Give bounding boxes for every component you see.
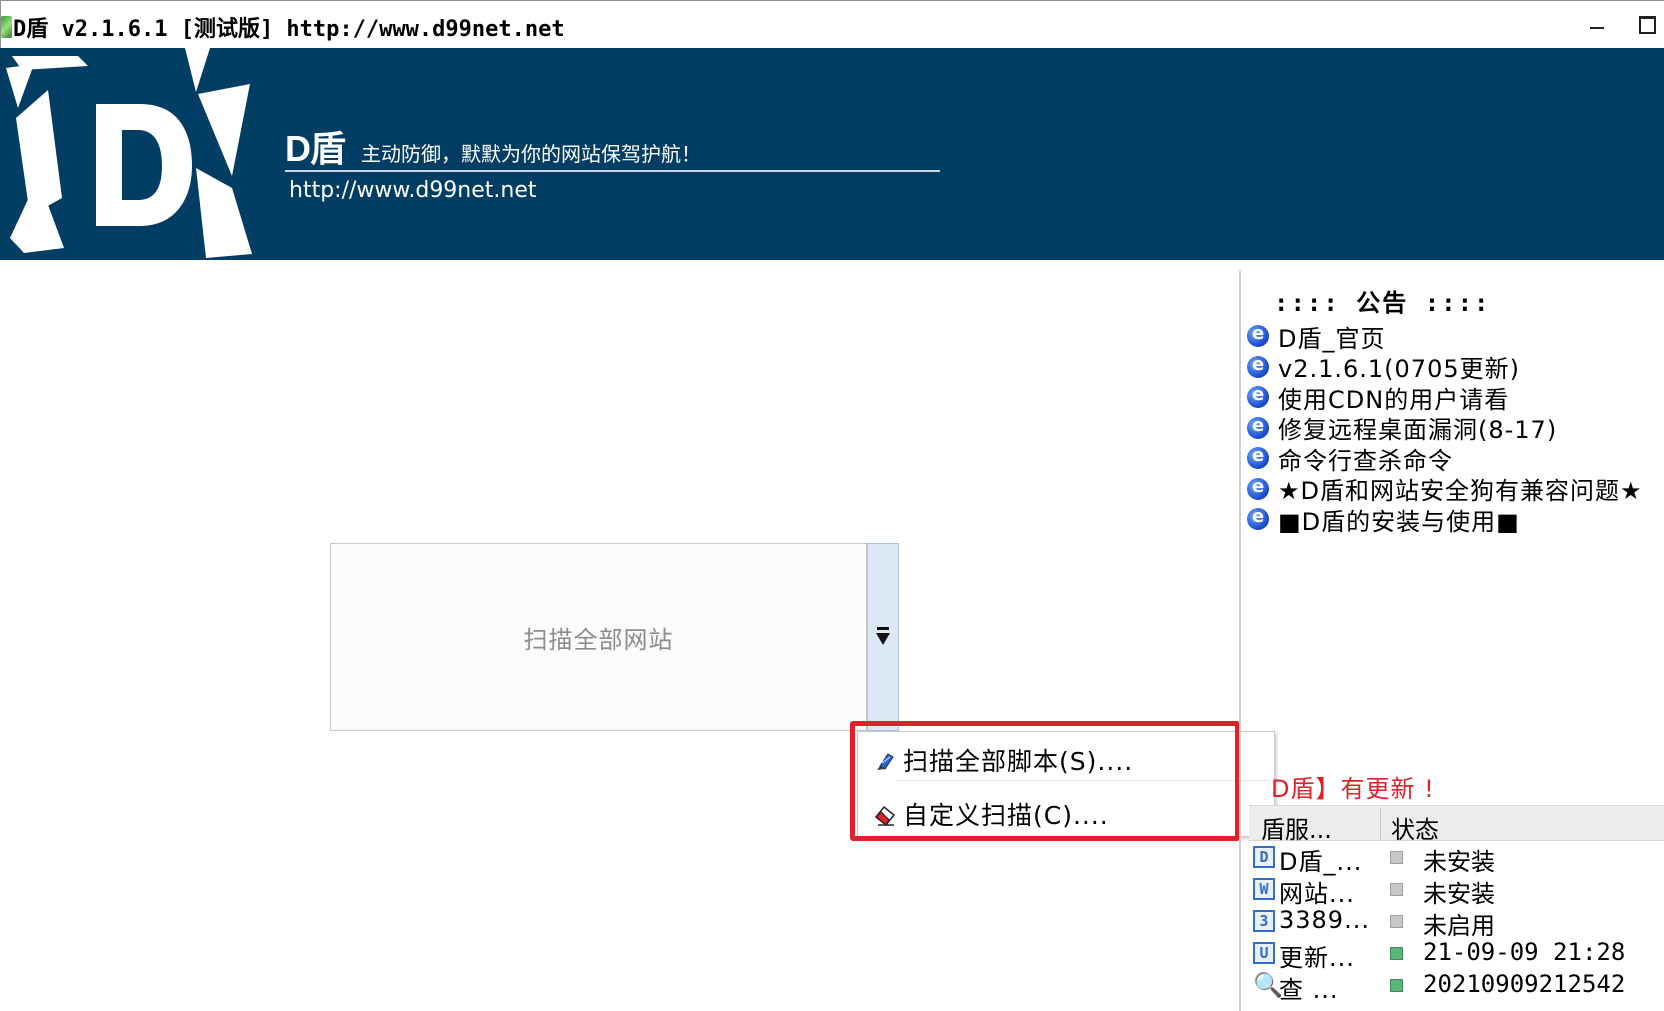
header-banner: D盾 主动防御，默默为你的网站保驾护航！ http://www.d99net.n… [0,48,1664,260]
notice-link[interactable]: ★D盾和网站安全狗有兼容问题★ [1247,474,1643,505]
status-indicator [1390,979,1403,992]
notice-link[interactable]: ■D盾的安装与使用■ [1247,504,1643,536]
d-shield-logo-icon [6,48,252,258]
scan-split-button: 扫描全部网站 [330,543,899,731]
ie-link-icon [1247,323,1269,348]
status-indicator [1390,883,1403,896]
row-status: 未安装 [1423,848,1495,876]
status-indicator [1390,851,1403,864]
status-indicator [1390,915,1403,928]
brand-url-link[interactable]: http://www.d99net.net [289,178,537,203]
menu-item-scan-all-scripts[interactable]: 扫描全部脚本(S).... [858,736,1274,784]
window-title: D盾 v2.1.6.1 [测试版] http://www.d99net.net [13,17,565,42]
scan-dropdown-toggle[interactable] [867,543,899,731]
update-service-icon: U [1253,942,1275,964]
brand-slogan: 主动防御，默默为你的网站保驾护航！ [361,142,701,166]
website-service-icon: W [1253,878,1275,900]
status-table: 盾服... 状态 D D盾_... 未安装 W 网站... 未安装 3 3389… [1249,805,1664,1004]
ie-link-icon [1247,445,1269,470]
rdp-service-icon: 3 [1253,910,1275,932]
notice-link[interactable]: D盾_官页 [1247,321,1643,353]
row-status: 20210909212542 [1423,970,1626,998]
menu-item-custom-scan[interactable]: 自定义扫描(C).... [858,790,1274,838]
row-name: 3389... [1279,906,1370,934]
notice-link[interactable]: 修复远程桌面漏洞(8-17) [1247,413,1643,444]
row-name: 更新... [1279,944,1355,972]
menu-item-label: 扫描全部脚本(S).... [903,747,1134,776]
table-row[interactable]: 3 3389... 未启用 [1249,905,1664,940]
notice-link[interactable]: 命令行查杀命令 [1247,443,1643,475]
app-icon [1,16,12,38]
ie-link-icon [1247,415,1269,439]
eraser-icon [874,805,896,826]
row-status: 未安装 [1423,880,1495,908]
title-bar: D盾 v2.1.6.1 [测试版] http://www.d99net.net [0,0,1664,48]
scan-all-sites-button[interactable]: 扫描全部网站 [330,543,867,731]
row-status: 未启用 [1423,912,1495,940]
status-indicator [1390,947,1403,960]
row-status: 21-09-09 21:28 [1423,938,1626,966]
column-header-service[interactable]: 盾服... [1261,810,1332,845]
row-name: 网站... [1279,880,1355,908]
table-row[interactable]: D D盾_... 未安装 [1249,841,1664,876]
dropdown-arrow-icon [876,627,890,645]
notice-link-label: ■D盾的安装与使用■ [1278,507,1520,536]
maximize-button[interactable] [1629,9,1664,41]
scan-options-menu: 扫描全部脚本(S).... 自定义扫描(C).... [857,731,1275,837]
d-shield-service-icon: D [1253,846,1275,868]
row-name: 查 ... [1279,976,1339,1004]
brush-icon [877,753,894,770]
notice-title: :::: 公告 :::: [1274,289,1491,317]
row-name: D盾_... [1279,848,1363,876]
update-available-link[interactable]: D盾】有更新 ! [1271,769,1435,804]
ie-link-icon [1247,476,1269,500]
ie-link-icon [1247,354,1269,378]
column-header-status[interactable]: 状态 [1391,810,1439,845]
notice-link[interactable]: 使用CDN的用户请看 [1247,382,1643,414]
menu-separator [896,780,1268,781]
brand-name: D盾 [285,128,346,169]
magnifier-icon: 🔍 [1253,971,1283,999]
notice-list: D盾_官页 v2.1.6.1(0705更新) 使用CDN的用户请看 修复远程桌面… [1247,321,1643,536]
notice-link[interactable]: v2.1.6.1(0705更新) [1247,352,1643,383]
ie-link-icon [1247,384,1269,409]
column-divider[interactable] [1380,808,1381,840]
ie-link-icon [1247,506,1269,531]
right-panel: :::: 公告 :::: D盾_官页 v2.1.6.1(0705更新) 使用CD… [1239,271,1664,1011]
table-row[interactable]: U 更新... 21-09-09 21:28 [1249,937,1664,972]
table-row[interactable]: W 网站... 未安装 [1249,873,1664,908]
menu-item-label: 自定义扫描(C).... [903,801,1109,830]
minimize-button[interactable] [1579,9,1615,41]
table-header: 盾服... 状态 [1249,805,1664,844]
divider [285,170,940,172]
table-row[interactable]: 🔍 查 ... 20210909212542 [1249,969,1664,1004]
